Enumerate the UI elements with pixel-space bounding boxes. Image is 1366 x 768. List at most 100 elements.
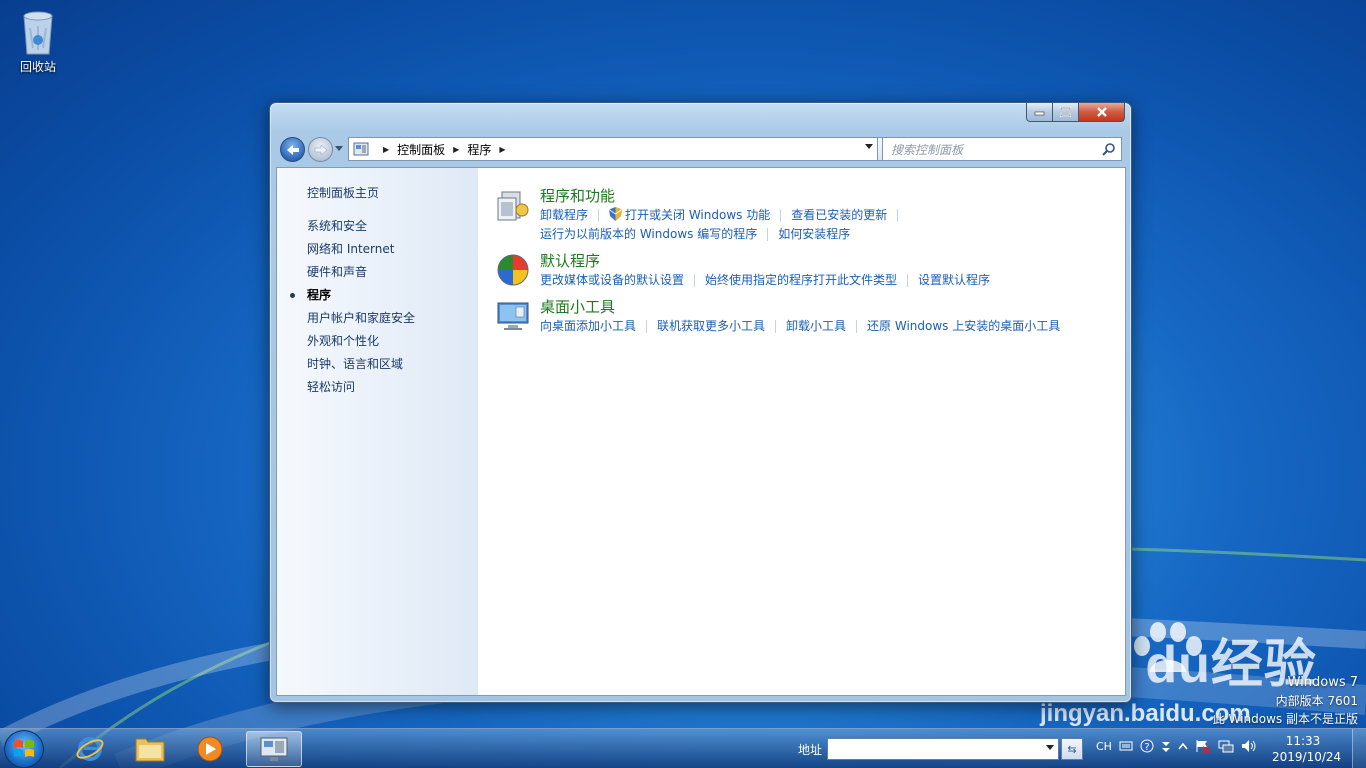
link-separator [598,209,600,222]
control-panel-icon [260,737,288,761]
history-dropdown-icon[interactable] [335,146,343,152]
breadcrumb-programs[interactable]: 程序 [467,141,491,158]
nav-system-security[interactable]: 系统和安全 [277,215,478,238]
nav-hardware-sound[interactable]: 硬件和声音 [277,261,478,284]
taskbar-control-panel[interactable] [246,731,302,767]
category-programs-features: 程序和功能 卸载程序 打开或关闭 Windows 功能 查看已安装的更新 运行为以前… [496,186,1125,244]
category-title[interactable]: 程序和功能 [540,186,1125,206]
address-dropdown-icon[interactable] [865,144,873,150]
os-name: Windows 7 [1287,675,1358,690]
go-icon: ⇆ [1067,742,1077,756]
category-title[interactable]: 默认程序 [540,251,1125,271]
control-panel-window: ▶ 控制面板 ▶ 程序 ▶ ⇆ 搜索控制面板 控制面板主页 系统和安全 网络和 … [269,102,1132,703]
maximize-button[interactable] [1053,103,1079,122]
svg-text:?: ? [1144,742,1149,753]
link-uninstall-program[interactable]: 卸载程序 [540,206,588,225]
nav-appearance[interactable]: 外观和个性化 [277,330,478,353]
breadcrumb-control-panel[interactable]: 控制面板 [397,141,445,158]
recycle-bin[interactable]: 回收站 [12,8,64,75]
link-separator [767,228,769,241]
show-hidden-icons[interactable] [1178,742,1188,750]
forward-button[interactable] [308,137,333,162]
control-panel-icon [353,142,369,156]
taskbar-internet-explorer[interactable] [62,731,118,767]
link-compat-programs[interactable]: 运行为以前版本的 Windows 编写的程序 [540,225,757,244]
link-autoplay-defaults[interactable]: 更改媒体或设备的默认设置 [540,271,684,290]
taskbar-explorer[interactable] [122,731,178,767]
link-windows-features[interactable]: 打开或关闭 Windows 功能 [625,206,770,225]
build-number: 内部版本 7601 [1275,694,1358,708]
notification-area: CH ? [1096,739,1257,753]
arrow-right-icon [314,143,327,156]
link-separator [907,274,909,287]
navigation-bar: ▶ 控制面板 ▶ 程序 ▶ ⇆ 搜索控制面板 [278,134,1123,162]
nav-network-internet[interactable]: 网络和 Internet [277,238,478,261]
minimize-icon [1034,111,1044,116]
taskbar-media-player[interactable] [182,731,238,767]
maximize-icon [1059,107,1071,117]
breadcrumb-separator[interactable]: ▶ [383,145,389,154]
action-center-icon[interactable] [1195,739,1211,753]
link-set-default-programs[interactable]: 设置默认程序 [918,271,990,290]
recycle-bin-icon [23,11,53,55]
breadcrumb-separator[interactable]: ▶ [499,145,505,154]
link-separator [856,320,858,333]
recycle-bin-label: 回收站 [19,60,56,74]
language-indicator[interactable]: CH [1096,740,1112,753]
nav-ease-of-access[interactable]: 轻松访问 [277,376,478,399]
link-installed-updates[interactable]: 查看已安装的更新 [791,206,887,225]
taskbar-address-go-button[interactable]: ⇆ [1061,738,1083,760]
address-bar[interactable]: ▶ 控制面板 ▶ 程序 ▶ [348,137,878,161]
close-button[interactable] [1079,103,1125,122]
caption-buttons [1026,103,1125,123]
link-separator [694,274,696,287]
link-separator [775,320,777,333]
activation-watermark: Windows 7 内部版本 7601 此 Windows 副本不是正版 [1213,674,1358,728]
category-default-programs: 默认程序 更改媒体或设备的默认设置 始终使用指定的程序打开此文件类型 设置默认程序 [496,251,1125,290]
address-dropdown-icon[interactable] [1046,745,1054,751]
folder-icon [135,738,165,762]
nav-clock-language-region[interactable]: 时钟、语言和区域 [277,353,478,376]
link-uninstall-gadget[interactable]: 卸载小工具 [786,317,846,336]
back-button[interactable] [280,137,305,162]
category-title[interactable]: 桌面小工具 [540,297,1125,317]
taskbar-address-input[interactable] [827,738,1059,760]
link-separator [897,209,899,222]
internet-explorer-icon [76,737,104,761]
help-icon[interactable]: ? [1140,739,1154,753]
main-pane: 程序和功能 卸载程序 打开或关闭 Windows 功能 查看已安装的更新 运行为以前… [478,168,1125,695]
category-desktop-gadgets: 桌面小工具 向桌面添加小工具 联机获取更多小工具 卸载小工具 还原 Windows 上… [496,297,1125,336]
link-file-type-association[interactable]: 始终使用指定的程序打开此文件类型 [705,271,897,290]
arrow-left-icon [286,144,299,155]
windows-logo-icon [14,740,34,757]
programs-features-icon [497,191,529,221]
link-separator [646,320,648,333]
link-restore-gadgets[interactable]: 还原 Windows 上安装的桌面小工具 [867,317,1060,336]
nav-programs[interactable]: 程序 [277,284,478,307]
keyboard-icon[interactable] [1119,740,1133,752]
link-add-gadgets[interactable]: 向桌面添加小工具 [540,317,636,336]
nav-control-panel-home[interactable]: 控制面板主页 [277,182,478,205]
volume-icon[interactable] [1241,739,1257,753]
show-desktop-button[interactable] [1352,729,1366,768]
close-icon [1096,107,1107,117]
link-how-to-install[interactable]: 如何安装程序 [778,225,850,244]
start-button[interactable] [4,730,44,768]
search-box[interactable]: 搜索控制面板 [882,137,1122,161]
minimize-button[interactable] [1026,103,1053,122]
network-icon[interactable] [1218,739,1234,753]
left-navigation-pane: 控制面板主页 系统和安全 网络和 Internet 硬件和声音 程序 用户帐户和… [277,168,478,695]
genuine-notice: 此 Windows 副本不是正版 [1212,712,1358,726]
nav-user-accounts[interactable]: 用户帐户和家庭安全 [277,307,478,330]
options-icon[interactable] [1161,739,1171,753]
search-placeholder: 搜索控制面板 [891,142,964,157]
search-icon[interactable] [1102,142,1116,156]
taskbar-address-label: 地址 [798,743,823,757]
breadcrumb-separator[interactable]: ▶ [453,145,459,154]
taskbar: 地址 ⇆ CH ? 11:33 2019/10/24 [0,728,1366,768]
link-separator [780,209,782,222]
media-player-icon [197,736,223,762]
system-clock[interactable]: 11:33 2019/10/24 [1272,733,1341,765]
uac-shield-icon [609,207,623,221]
link-get-more-gadgets[interactable]: 联机获取更多小工具 [657,317,765,336]
